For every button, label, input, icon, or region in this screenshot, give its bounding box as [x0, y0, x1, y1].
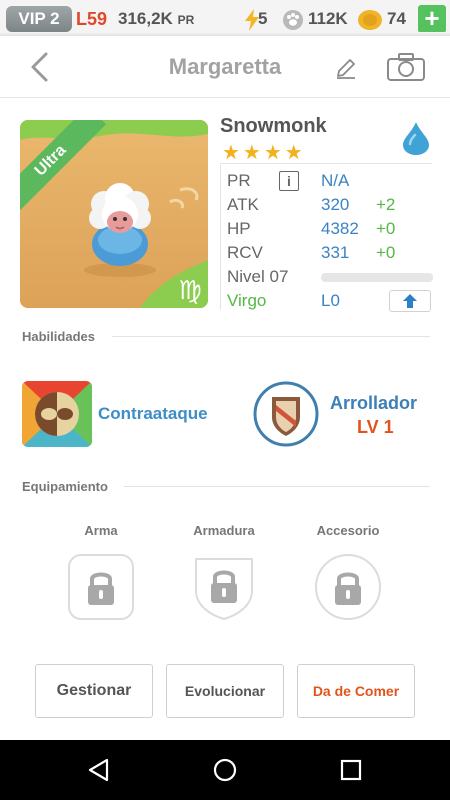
coin-value: 74 [387, 9, 406, 28]
coin-icon [358, 10, 382, 30]
skills-heading: Habilidades [22, 329, 95, 344]
hp-bonus: +0 [376, 219, 396, 238]
zodiac-label: Virgo [227, 291, 267, 310]
accessory-slot-lock-icon[interactable] [314, 553, 382, 621]
evolve-button[interactable]: Evolucionar [166, 664, 284, 718]
manage-button[interactable]: Gestionar [35, 664, 153, 718]
stats-panel: PR i N/A ATK 320 +2 HP 4382 +0 RCV 331 +… [220, 165, 433, 313]
vip-badge[interactable]: VIP 2 [6, 6, 72, 32]
rcv-bonus: +0 [376, 243, 396, 262]
system-nav-bar [0, 740, 450, 800]
active-skill-icon[interactable] [22, 381, 92, 447]
energy-counter: 5 [244, 6, 276, 32]
stat-row-pr: PR i N/A [221, 169, 433, 193]
player-level: L59 [76, 9, 108, 29]
hp-value: 4382 [321, 219, 359, 238]
pr-label: PR [227, 171, 251, 190]
level-label: Nivel 07 [227, 267, 289, 286]
leader-skill-name[interactable]: Arrollador [330, 393, 417, 414]
paw-counter: 112K [282, 6, 354, 32]
limit-value: L0 [321, 291, 340, 310]
energy-value: 5 [258, 9, 268, 28]
paw-icon [283, 10, 303, 30]
water-drop-icon [403, 122, 429, 155]
feed-button[interactable]: Da de Comer [297, 664, 415, 718]
star-rating: ★★★★ [222, 142, 306, 164]
info-icon[interactable]: i [279, 171, 299, 191]
nav-back-icon[interactable] [86, 757, 112, 783]
atk-label: ATK [227, 195, 259, 214]
header: Margaretta [0, 36, 450, 98]
leader-skill-level: LV 1 [357, 417, 394, 437]
add-currency-button[interactable]: + [418, 5, 446, 33]
xp-progress-bar [321, 273, 433, 282]
nav-recents-icon[interactable] [338, 757, 364, 783]
limit-upgrade-button[interactable] [389, 290, 431, 312]
coin-counter: 74 [357, 6, 417, 32]
pet-nickname: Margaretta [168, 54, 282, 79]
active-skill-name[interactable]: Contraataque [98, 404, 208, 424]
power-rating: 316,2K PR [118, 6, 194, 33]
rcv-value: 331 [321, 243, 350, 262]
atk-value: 320 [321, 195, 350, 214]
pet-species: Snowmonk [220, 115, 327, 137]
resource-bar: VIP 2 L59 316,2K PR 5 112K 74 + [0, 0, 450, 36]
atk-bonus: +2 [376, 195, 396, 214]
stat-row-hp: HP 4382 +0 [221, 217, 433, 241]
stats-divider [220, 163, 432, 164]
counterattack-icon [22, 381, 92, 447]
stat-row-zodiac: Virgo L0 [221, 289, 433, 313]
shield-icon [253, 381, 319, 447]
stat-row-level: Nivel 07 [221, 265, 433, 289]
stat-row-atk: ATK 320 +2 [221, 193, 433, 217]
paw-value: 112K [308, 9, 348, 28]
equipment-divider [124, 486, 430, 487]
skills-divider [112, 336, 430, 337]
pencil-icon[interactable] [334, 56, 358, 80]
slot-label-armor: Armadura [193, 523, 255, 538]
pr-value: N/A [321, 171, 350, 190]
arrow-up-icon [403, 294, 417, 308]
nav-home-icon[interactable] [212, 757, 238, 783]
equipment-heading: Equipamiento [22, 479, 108, 494]
camera-icon[interactable] [386, 52, 426, 82]
weapon-slot-lock-icon[interactable] [67, 553, 135, 621]
power-value: 316,2K [118, 9, 173, 28]
zodiac-icon: ♍ [175, 275, 205, 305]
pet-portrait[interactable]: Ultra ♍ [20, 120, 208, 308]
armor-slot-lock-icon[interactable] [190, 553, 258, 621]
hp-label: HP [227, 219, 251, 238]
rcv-label: RCV [227, 243, 263, 262]
slot-label-weapon: Arma [84, 523, 118, 538]
leader-skill-icon[interactable] [252, 381, 320, 447]
stat-row-rcv: RCV 331 +0 [221, 241, 433, 265]
slot-label-accessory: Accesorio [316, 523, 380, 538]
power-suffix: PR [177, 13, 195, 27]
zodiac-symbol: ♍ [178, 275, 202, 305]
